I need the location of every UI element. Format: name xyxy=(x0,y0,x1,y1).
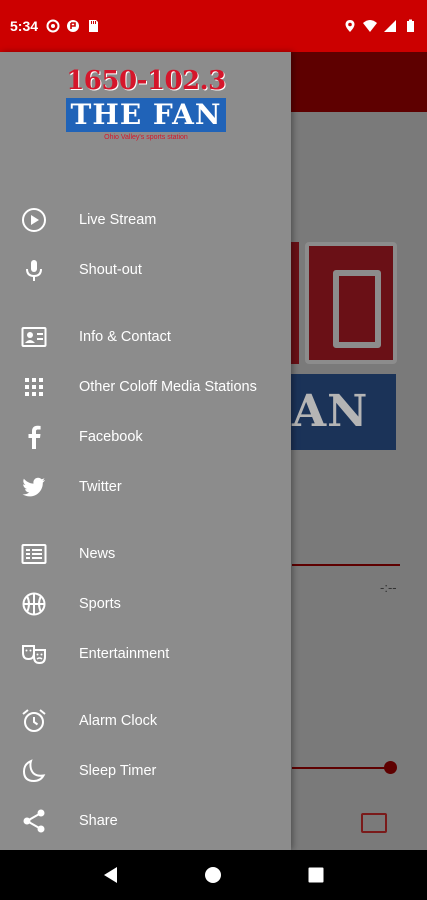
theater-masks-icon xyxy=(20,640,48,668)
menu-item-facebook[interactable]: Facebook xyxy=(0,413,291,461)
microphone-icon xyxy=(20,256,48,284)
logo-name: THE FAN xyxy=(66,98,226,132)
alarm-clock-icon xyxy=(20,707,48,735)
time-readout: -:-- xyxy=(380,580,397,595)
background-logo-name: AN xyxy=(288,374,396,450)
menu-label: Twitter xyxy=(79,479,122,495)
menu-item-twitter[interactable]: Twitter xyxy=(0,463,291,511)
menu-item-sports[interactable]: Sports xyxy=(0,580,291,628)
status-time: 5:34 xyxy=(10,18,39,34)
status-left-icons xyxy=(46,19,100,33)
menu-label: Shout-out xyxy=(79,262,142,278)
logo-tagline: Ohio Valley's sports station xyxy=(104,134,188,141)
menu-label: Entertainment xyxy=(79,646,170,662)
menu-item-info-contact[interactable]: Info & Contact xyxy=(0,313,291,361)
menu-item-other-stations[interactable]: Other Coloff Media Stations xyxy=(0,363,291,411)
signal-icon xyxy=(384,20,396,32)
menu-label: Other Coloff Media Stations xyxy=(79,379,257,395)
battery-icon xyxy=(407,19,414,32)
status-bar: 5:34 xyxy=(0,0,427,52)
menu-label: Facebook xyxy=(79,429,143,445)
recents-icon xyxy=(308,867,324,883)
back-button[interactable] xyxy=(95,859,127,891)
back-icon xyxy=(104,867,118,883)
cloud-icon xyxy=(67,20,80,32)
twitter-icon xyxy=(20,473,48,501)
menu-label: Alarm Clock xyxy=(79,713,158,729)
volume-slider-knob xyxy=(384,761,397,774)
home-button[interactable] xyxy=(197,859,229,891)
menu-label: Share xyxy=(79,813,118,829)
grid-icon xyxy=(20,373,48,401)
background-logo-zero xyxy=(305,242,397,364)
recents-button[interactable] xyxy=(300,859,332,891)
menu-item-entertainment[interactable]: Entertainment xyxy=(0,630,291,678)
menu-label: Sports xyxy=(79,596,121,612)
wifi-icon xyxy=(363,20,377,32)
menu-item-news[interactable]: News xyxy=(0,530,291,578)
status-right-icons xyxy=(343,19,417,33)
moon-icon xyxy=(20,757,48,785)
sd-card-icon xyxy=(89,20,99,32)
news-icon xyxy=(20,540,48,568)
station-logo: 1650-102.3 THE FAN Ohio Valley's sports … xyxy=(64,66,228,148)
menu-item-shout-out[interactable]: Shout-out xyxy=(0,246,291,294)
home-icon xyxy=(205,867,222,883)
location-icon xyxy=(345,20,355,32)
volume-slider-track xyxy=(292,767,390,769)
menu-label: Sleep Timer xyxy=(79,763,157,779)
menu-item-live-stream[interactable]: Live Stream xyxy=(0,196,291,244)
menu-item-alarm-clock[interactable]: Alarm Clock xyxy=(0,697,291,745)
contact-card-icon xyxy=(361,813,387,833)
play-circle-icon xyxy=(20,206,48,234)
menu-item-sleep-timer[interactable]: Sleep Timer xyxy=(0,747,291,795)
progress-line xyxy=(292,564,400,566)
contact-card-icon xyxy=(20,323,48,351)
facebook-icon xyxy=(20,423,48,451)
drawer-header: 1650-102.3 THE FAN Ohio Valley's sports … xyxy=(0,52,291,152)
menu-label: News xyxy=(79,546,116,562)
menu-label: Live Stream xyxy=(79,212,157,228)
logo-frequency: 1650-102.3 xyxy=(66,66,226,96)
system-nav-bar xyxy=(0,850,427,900)
menu-label: Info & Contact xyxy=(79,329,171,345)
circle-dot-icon xyxy=(46,19,60,33)
menu-item-share[interactable]: Share xyxy=(0,797,291,845)
share-icon xyxy=(20,807,48,835)
basketball-icon xyxy=(20,590,48,618)
navigation-drawer: 1650-102.3 THE FAN Ohio Valley's sports … xyxy=(0,52,291,850)
